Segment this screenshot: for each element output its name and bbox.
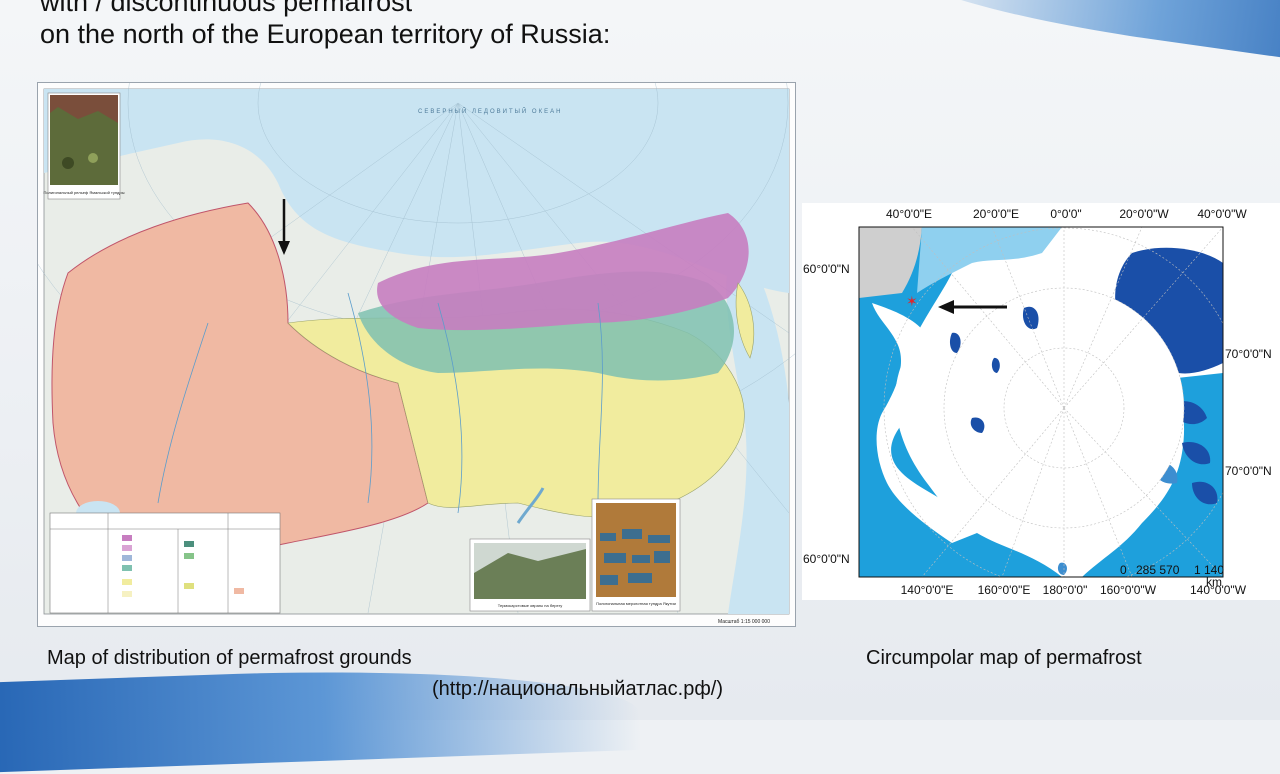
circumpolar-map-svg: ✶ 40°0'0"E 20°0'0"E 0°0'0" 20°0'0"W 40°0… bbox=[803, 207, 1272, 597]
coord-bottom-2: 160°0'0"E bbox=[978, 583, 1031, 597]
circumpolar-map-frame: ✶ 40°0'0"E 20°0'0"E 0°0'0" 20°0'0"W 40°0… bbox=[802, 203, 1280, 600]
inset-bottom2-caption: Полигональная мерзлотная тундра Якутии bbox=[596, 601, 676, 606]
coord-bottom-1: 140°0'0"E bbox=[901, 583, 954, 597]
coord-top-2: 20°0'0"E bbox=[973, 207, 1019, 221]
caption-circumpolar-map: Circumpolar map of permafrost bbox=[866, 647, 1142, 669]
coord-right-1: 70°0'0"N bbox=[1225, 347, 1272, 361]
caption-source-url: (http://национальныйатлас.рф/) bbox=[432, 678, 724, 700]
caption-russia-map: Map of distribution of permafrost ground… bbox=[47, 647, 412, 669]
coord-right-2: 70°0'0"N bbox=[1225, 464, 1272, 478]
coord-bottom-4: 160°0'0"W bbox=[1100, 583, 1157, 597]
inset-photo-top: Полигональный рельеф Ямальской тундры bbox=[44, 92, 125, 200]
sea-label: СЕВЕРНЫЙ ЛЕДОВИТЫЙ ОКЕАН bbox=[418, 107, 562, 115]
coord-top-3: 0°0'0" bbox=[1050, 207, 1081, 221]
map-legend bbox=[49, 512, 281, 614]
russia-permafrost-map: Полигональный рельеф Ямальской тундры Те… bbox=[37, 82, 796, 627]
scale-label-1: 285 570 bbox=[1136, 563, 1180, 577]
title-line-2: on the north of the European territory o… bbox=[40, 19, 611, 49]
title-line-1: with / discontinuous permafrost bbox=[40, 0, 413, 17]
coord-left-2: 60°0'0"N bbox=[803, 552, 850, 566]
slide-title: with / discontinuous permafrost on the n… bbox=[40, 0, 610, 50]
coord-top-1: 40°0'0"E bbox=[886, 207, 932, 221]
inset-bottom1-caption: Термокарстовые оврагы на берегу bbox=[498, 603, 562, 608]
scale-unit: km bbox=[1206, 575, 1222, 589]
inset-top-caption: Полигональный рельеф Ямальской тундры bbox=[44, 190, 125, 195]
coord-top-4: 20°0'0"W bbox=[1119, 207, 1169, 221]
scale-text: Масштаб 1:15 000 000 bbox=[718, 619, 770, 625]
russia-map-svg: Полигональный рельеф Ямальской тундры Те… bbox=[38, 83, 795, 626]
inset-photo-bottom-1: Термокарстовые оврагы на берегу bbox=[469, 538, 591, 612]
location-marker-icon: ✶ bbox=[906, 294, 918, 310]
coord-left-1: 60°0'0"N bbox=[803, 262, 850, 276]
circumpolar-map-body: ✶ bbox=[859, 227, 1223, 577]
inset-photo-bottom-2: Полигональная мерзлотная тундра Якутии bbox=[591, 498, 681, 612]
coord-bottom-3: 180°0'0" bbox=[1043, 583, 1088, 597]
coord-top-5: 40°0'0"W bbox=[1197, 207, 1247, 221]
scale-label-0: 0 bbox=[1120, 563, 1127, 577]
